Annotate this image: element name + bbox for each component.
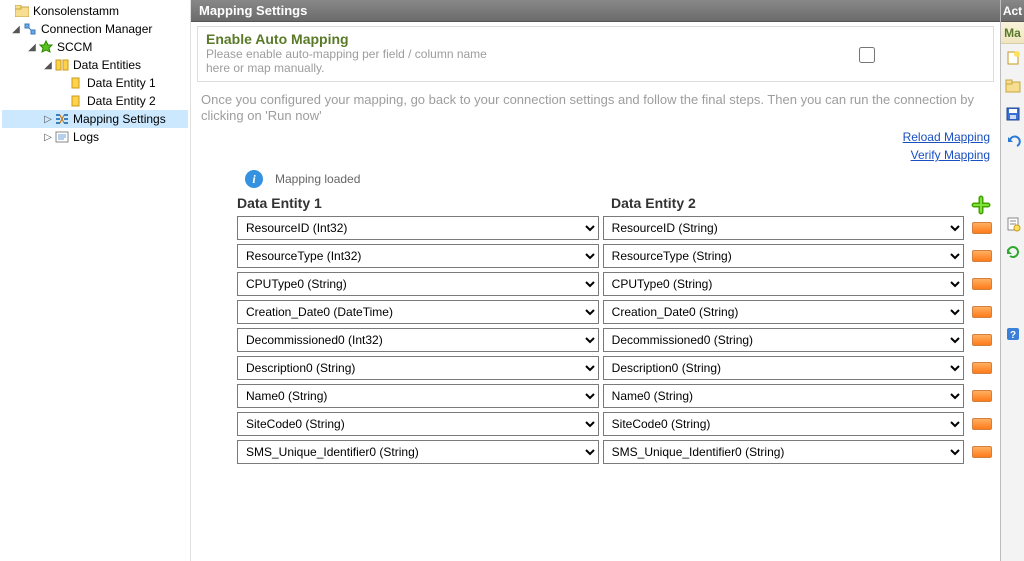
logs-icon [54,130,70,144]
verify-mapping-link[interactable]: Verify Mapping [911,148,990,162]
connection-icon [22,22,38,36]
tree-entity-1[interactable]: Data Entity 1 [2,74,188,92]
entity-icon [68,76,84,90]
plugin-icon [38,40,54,54]
main-panel: Mapping Settings Enable Auto Mapping Ple… [190,0,1000,561]
mapping-icon [54,112,70,126]
tree-label: Mapping Settings [73,112,166,126]
sidebar-tab-ma[interactable]: Ma [1001,22,1024,44]
entity1-select[interactable]: CPUType0 (String) [237,272,599,296]
entity2-select[interactable]: Description0 (String) [603,356,965,380]
entity2-select[interactable]: Name0 (String) [603,384,965,408]
help-icon[interactable]: ? [1001,320,1024,348]
entity2-select[interactable]: ResourceType (String) [603,244,965,268]
status-row: i Mapping loaded [191,164,1000,194]
tree-entity-2[interactable]: Data Entity 2 [2,92,188,110]
remove-row-button[interactable] [972,418,992,430]
remove-row-button[interactable] [972,390,992,402]
mapping-row: SMS_Unique_Identifier0 (String)SMS_Uniqu… [237,440,992,464]
folder-icon [14,4,30,18]
mapping-row: Name0 (String)Name0 (String) [237,384,992,408]
tree-label: Logs [73,130,99,144]
collapse-toggle[interactable]: ◢ [26,42,38,53]
auto-mapping-title: Enable Auto Mapping [206,31,487,47]
info-text: Once you configured your mapping, go bac… [191,82,1000,124]
panel-header: Mapping Settings [191,0,1000,22]
mapping-row: ResourceID (Int32)ResourceID (String) [237,216,992,240]
tree-label: Data Entities [73,58,141,72]
entity1-select[interactable]: Decommissioned0 (Int32) [237,328,599,352]
remove-row-button[interactable] [972,334,992,346]
auto-mapping-desc2: here or map manually. [206,61,487,75]
mapping-row: Description0 (String)Description0 (Strin… [237,356,992,380]
tree-connection-manager[interactable]: ◢ Connection Manager [2,20,188,38]
info-icon: i [245,170,263,188]
mapping-row: ResourceType (Int32)ResourceType (String… [237,244,992,268]
entity1-select[interactable]: ResourceType (Int32) [237,244,599,268]
entity1-select[interactable]: SMS_Unique_Identifier0 (String) [237,440,599,464]
collapse-toggle[interactable]: ◢ [42,60,54,71]
refresh-icon[interactable] [1001,238,1024,266]
mapping-row: SiteCode0 (String)SiteCode0 (String) [237,412,992,436]
right-sidebar: Act Ma ? [1000,0,1024,561]
open-icon[interactable] [1001,72,1024,100]
svg-text:?: ? [1009,330,1015,341]
tree-mapping-settings[interactable]: ▷ Mapping Settings [2,110,188,128]
links-area: Reload Mapping Verify Mapping [191,124,1000,164]
entity2-select[interactable]: SMS_Unique_Identifier0 (String) [603,440,965,464]
save-icon[interactable] [1001,100,1024,128]
entity-icon [68,94,84,108]
entity1-select[interactable]: Description0 (String) [237,356,599,380]
mapping-row: CPUType0 (String)CPUType0 (String) [237,272,992,296]
expand-toggle[interactable]: ▷ [42,114,54,125]
remove-row-button[interactable] [972,446,992,458]
nav-tree: Konsolenstamm ◢ Connection Manager ◢ SCC… [0,0,190,561]
column-header-1: Data Entity 1 [237,195,611,211]
tree-label: Data Entity 1 [87,76,156,90]
collapse-toggle[interactable]: ◢ [10,24,22,35]
tree-label: Connection Manager [41,22,152,36]
entity1-select[interactable]: Name0 (String) [237,384,599,408]
panel-title: Mapping Settings [199,3,307,18]
entity2-select[interactable]: SiteCode0 (String) [603,412,965,436]
remove-row-button[interactable] [972,278,992,290]
tree-root[interactable]: Konsolenstamm [2,2,188,20]
auto-mapping-desc1: Please enable auto-mapping per field / c… [206,47,487,61]
mapping-row: Creation_Date0 (DateTime)Creation_Date0 … [237,300,992,324]
status-text: Mapping loaded [275,172,360,186]
remove-row-button[interactable] [972,250,992,262]
remove-row-button[interactable] [972,222,992,234]
entity1-select[interactable]: ResourceID (Int32) [237,216,599,240]
entity2-select[interactable]: Creation_Date0 (String) [603,300,965,324]
entity1-select[interactable]: Creation_Date0 (DateTime) [237,300,599,324]
undo-icon[interactable] [1001,128,1024,156]
tree-sccm[interactable]: ◢ SCCM [2,38,188,56]
tree-logs[interactable]: ▷ Logs [2,128,188,146]
tree-label: Konsolenstamm [33,4,119,18]
tree-data-entities[interactable]: ◢ Data Entities [2,56,188,74]
entity1-select[interactable]: SiteCode0 (String) [237,412,599,436]
entity2-select[interactable]: CPUType0 (String) [603,272,965,296]
properties-icon[interactable] [1001,210,1024,238]
auto-mapping-checkbox[interactable] [859,47,875,63]
remove-row-button[interactable] [972,306,992,318]
expand-toggle[interactable]: ▷ [42,132,54,143]
reload-mapping-link[interactable]: Reload Mapping [903,130,990,144]
mapping-area: Data Entity 1 Data Entity 2 ResourceID (… [191,194,1000,468]
entities-icon [54,58,70,72]
entity2-select[interactable]: Decommissioned0 (String) [603,328,965,352]
new-icon[interactable] [1001,44,1024,72]
tree-label: SCCM [57,40,92,54]
remove-row-button[interactable] [972,362,992,374]
add-row-button[interactable] [970,194,992,216]
sidebar-tab-act[interactable]: Act [1001,0,1024,22]
entity2-select[interactable]: ResourceID (String) [603,216,965,240]
mapping-row: Decommissioned0 (Int32)Decommissioned0 (… [237,328,992,352]
tree-label: Data Entity 2 [87,94,156,108]
column-header-2: Data Entity 2 [611,195,964,211]
auto-mapping-box: Enable Auto Mapping Please enable auto-m… [197,26,994,82]
